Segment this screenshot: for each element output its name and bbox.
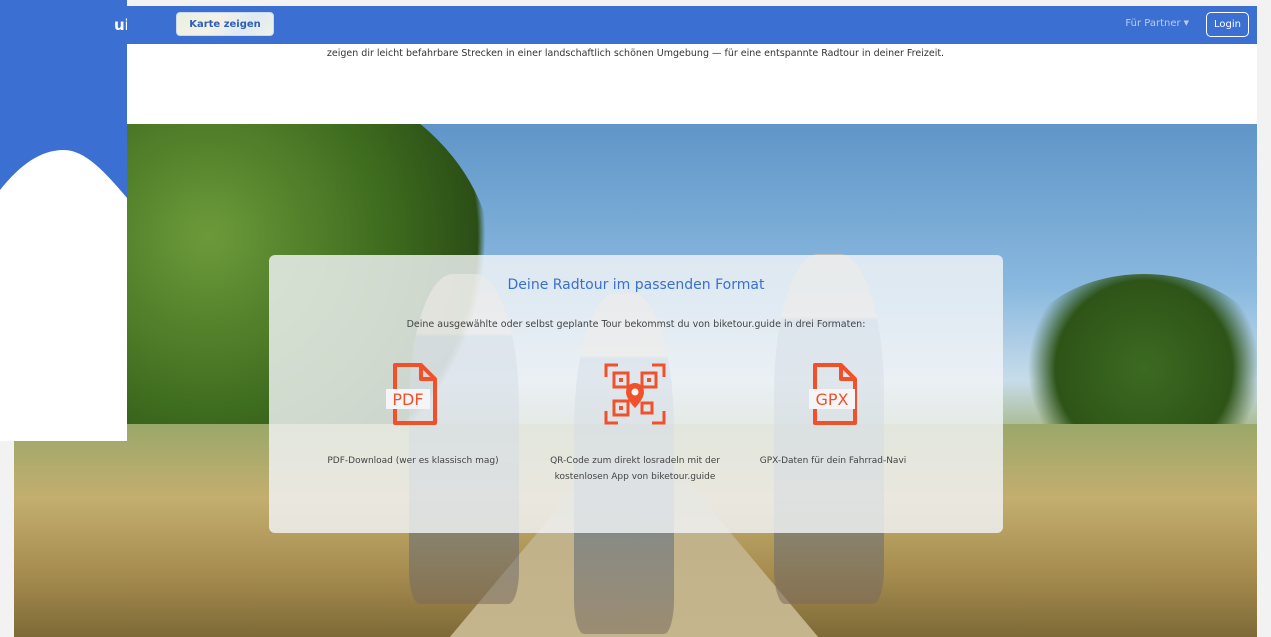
format-qr-caption: QR-Code zum direkt losradeln mit der kos… [535, 453, 735, 485]
format-pdf[interactable]: PDF PDF-Download (wer es klassisch mag) [313, 361, 513, 469]
panel-title: Deine Radtour im passenden Format [507, 277, 765, 293]
pdf-icon: PDF [386, 363, 437, 425]
panel-subtitle: Deine ausgewählte oder selbst geplante T… [406, 319, 866, 330]
format-gpx-caption: GPX-Daten für dein Fahrrad-Navi [759, 456, 907, 466]
login-button[interactable]: Login [1206, 12, 1249, 37]
caret-down-icon: ▼ [1183, 19, 1189, 27]
partner-menu-label: Für Partner [1125, 18, 1181, 29]
brand-logo-text[interactable]: uide [114, 16, 127, 34]
svg-text:GPX: GPX [815, 390, 848, 409]
scrollbar[interactable] [1257, 0, 1271, 637]
gpx-icon: GPX [809, 363, 857, 425]
formats-panel: Deine Radtour im passenden Format Deine … [269, 255, 1003, 533]
partner-menu[interactable]: Für Partner ▼ [1125, 18, 1189, 29]
top-navbar: Karte zeigen Für Partner ▼ Login [14, 6, 1257, 44]
qr-code-icon [604, 363, 666, 425]
format-gpx[interactable]: GPX GPX-Daten für dein Fahrrad-Navi [733, 361, 933, 469]
format-pdf-caption: PDF-Download (wer es klassisch mag) [327, 456, 499, 466]
side-panel-decoration: uide [0, 0, 127, 441]
page: Karte zeigen Für Partner ▼ Login zeigen d… [14, 6, 1257, 637]
mountain-shape [0, 150, 127, 441]
format-qr-code[interactable]: QR-Code zum direkt losradeln mit der kos… [535, 361, 735, 485]
show-map-button[interactable]: Karte zeigen [176, 12, 274, 36]
format-qr-caption-line1: QR-Code zum direkt losradeln mit der [550, 456, 720, 466]
intro-text: zeigen dir leicht befahrbare Strecken in… [326, 48, 945, 59]
format-qr-caption-line2: kostenlosen App von biketour.guide [554, 472, 716, 482]
svg-text:PDF: PDF [392, 390, 423, 409]
